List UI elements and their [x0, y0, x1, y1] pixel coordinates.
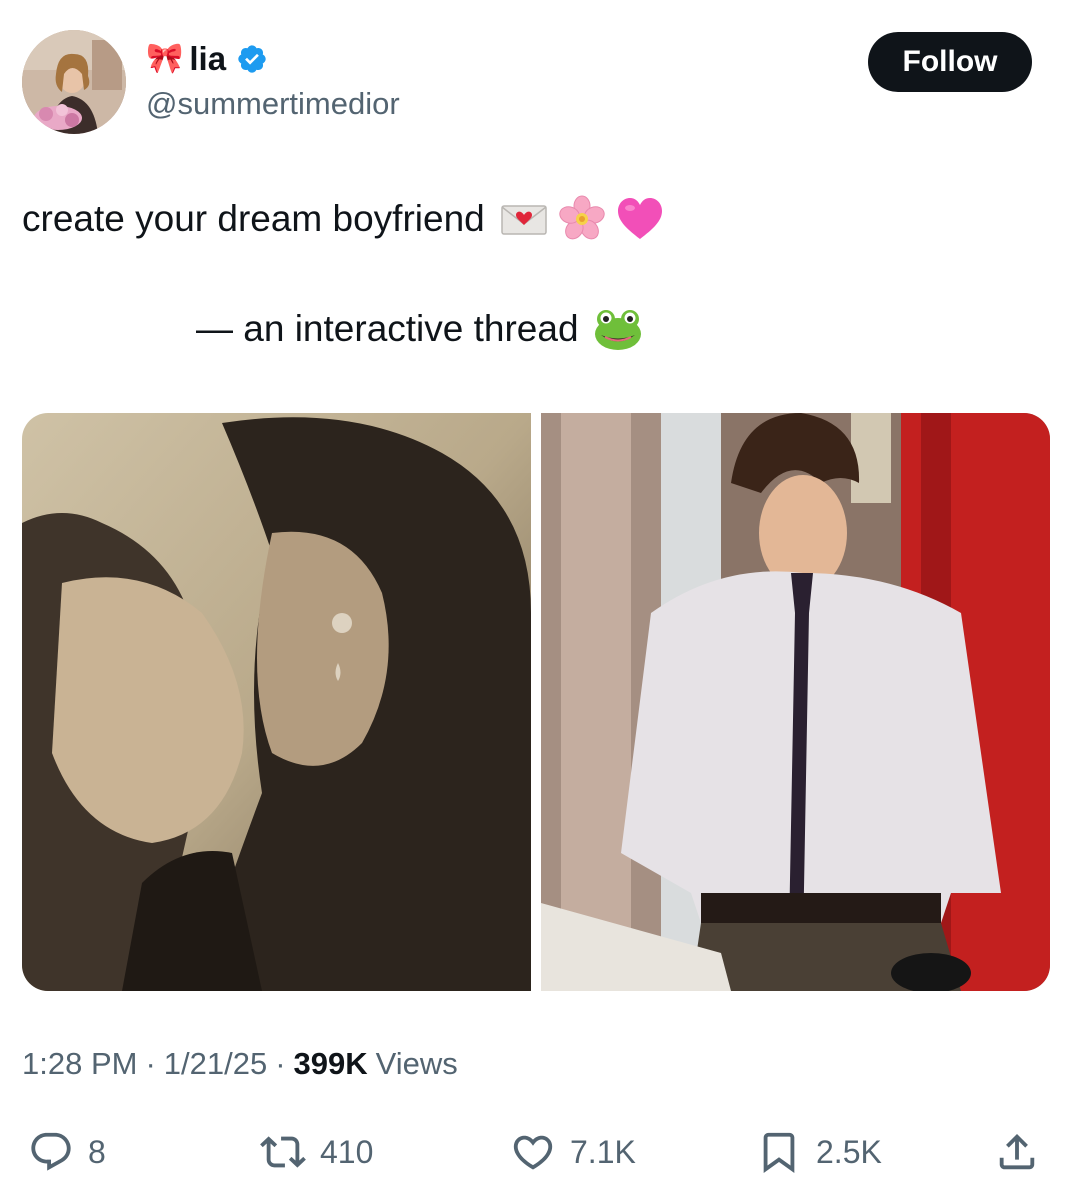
cherry-blossom-emoji [557, 194, 607, 244]
tweet-header: 🎀 lia @summertimedior Follow [22, 30, 1032, 136]
avatar-image [22, 30, 126, 134]
share-button[interactable] [994, 1120, 1040, 1184]
photo-man-striped-shirt[interactable] [541, 413, 1050, 991]
display-name[interactable]: lia [189, 40, 226, 78]
bow-emoji: 🎀 [146, 41, 184, 76]
frog-emoji [593, 304, 643, 354]
love-letter-emoji [499, 194, 549, 244]
reply-button[interactable]: 8 [28, 1120, 106, 1184]
photo-couple-kissing[interactable] [22, 413, 531, 991]
like-button[interactable]: 7.1K [510, 1120, 636, 1184]
retweet-icon [260, 1136, 306, 1168]
follow-button[interactable]: Follow [868, 32, 1032, 92]
like-count: 7.1K [570, 1133, 636, 1170]
tweet-text-line-1: create your dream boyfriend [22, 190, 665, 248]
reply-icon [31, 1132, 71, 1171]
tweet-text: — an interactive thread [196, 308, 579, 349]
views-label: Views [375, 1046, 458, 1081]
action-bar: 8 410 7.1K 2.5K [22, 1120, 1050, 1184]
views-count: 399K [293, 1046, 368, 1081]
name-row[interactable]: 🎀 lia [146, 38, 268, 80]
handle[interactable]: @summertimedior [146, 86, 400, 122]
tweet-meta: 1:28 PM · 1/21/25 · 399K Views [22, 1046, 458, 1082]
share-icon [999, 1133, 1035, 1170]
tweet-text-line-2: — an interactive thread [196, 300, 643, 358]
tweet-date[interactable]: 1/21/25 [164, 1046, 267, 1082]
photo-man-striped-shirt-image [541, 413, 1050, 991]
separator-dot: · [275, 1046, 286, 1081]
bookmark-button[interactable]: 2.5K [756, 1120, 882, 1184]
avatar[interactable] [22, 30, 126, 134]
pink-heart-emoji [615, 194, 665, 244]
tweet-text: create your dream boyfriend [22, 198, 485, 239]
bookmark-count: 2.5K [816, 1133, 882, 1170]
reply-count: 8 [88, 1133, 106, 1170]
tweet-media[interactable] [22, 413, 1050, 991]
retweet-count: 410 [320, 1133, 374, 1170]
tweet-time[interactable]: 1:28 PM [22, 1046, 137, 1082]
retweet-button[interactable]: 410 [260, 1120, 373, 1184]
photo-couple-kissing-image [22, 413, 531, 991]
verified-badge-icon [238, 45, 266, 73]
bookmark-icon [763, 1132, 795, 1173]
separator-dot: · [145, 1046, 156, 1081]
heart-icon [513, 1135, 553, 1170]
